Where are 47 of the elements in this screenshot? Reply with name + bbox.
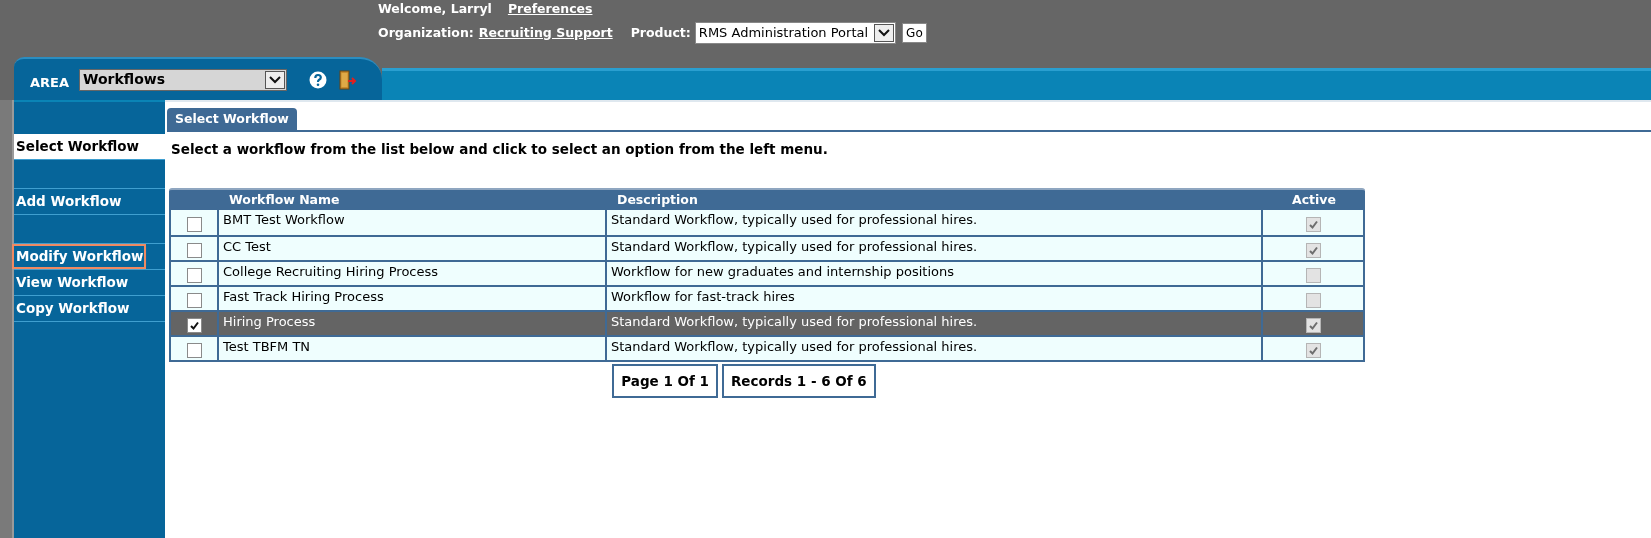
table-cell-text: Hiring Process (223, 313, 316, 332)
table-row[interactable]: College Recruiting Hiring Process Workflow for new graduates and internship positions (171, 260, 1363, 286)
product-select[interactable]: RMS Administration Portal (694, 22, 897, 44)
checkbox[interactable] (186, 343, 202, 359)
table-cell-text: BMT Test Workflow (223, 211, 345, 230)
table-row[interactable]: CC Test Standard Workflow, typically used for professional hires. (171, 235, 1363, 261)
check-icon (188, 320, 200, 332)
go-button[interactable]: Go (902, 23, 927, 43)
table-cell-text: College Recruiting Hiring Process (223, 263, 439, 282)
table-row[interactable]: BMT Test Workflow Standard Workflow, typically used for professional hires. (171, 210, 1363, 236)
table-cell-text: Standard Workflow, typically used for professional hires. (611, 338, 978, 357)
table-row[interactable]: Hiring Process Standard Workflow, typically used for professional hires. (171, 310, 1363, 336)
checkbox[interactable] (186, 268, 202, 284)
table-cell-text: CC Test (223, 238, 271, 257)
checkbox[interactable] (186, 217, 202, 233)
table-cell-text: Standard Workflow, typically used for professional hires. (611, 238, 978, 257)
organization-link[interactable]: Recruiting Support (478, 23, 613, 43)
table-cell-text: Workflow for new graduates and internship positions (611, 263, 955, 282)
pagination-label: Page 1 Of 1 (612, 364, 718, 399)
checkbox[interactable] (186, 243, 202, 259)
checkbox[interactable] (186, 318, 202, 334)
table-cell-text: Standard Workflow, typically used for professional hires. (611, 211, 978, 230)
column-header: Workflow Name (228, 190, 340, 209)
exit-door-icon[interactable] (337, 69, 357, 90)
organization-label: Organization: (378, 23, 474, 42)
area-label: AREA (30, 73, 69, 92)
preferences-link[interactable]: Preferences (507, 0, 593, 19)
table-row[interactable]: Test TBFM TN Standard Workflow, typically used for professional hires. (171, 335, 1363, 361)
sidebar-item[interactable]: Copy Workflow (14, 298, 130, 319)
table-row[interactable]: Fast Track Hiring Process Workflow for fast-track hires (171, 285, 1363, 311)
product-label: Product: (630, 23, 691, 42)
table-cell-text: Standard Workflow, typically used for professional hires. (611, 313, 978, 332)
area-select[interactable]: Workflows (79, 68, 287, 91)
table-cell-text: Fast Track Hiring Process (223, 288, 384, 307)
instruction-text: Select a workflow from the list below and click to select an option from the left menu. (171, 140, 829, 159)
welcome-text: Welcome, Larryl (378, 0, 492, 18)
table-cell-text: Test TBFM TN (223, 338, 311, 357)
column-header: Active (1292, 190, 1336, 209)
column-header: Description (616, 190, 698, 209)
sidebar-item[interactable]: View Workflow (14, 272, 129, 293)
checkbox[interactable] (186, 293, 202, 309)
table-cell-text: Workflow for fast-track hires (611, 288, 795, 307)
help-icon[interactable] (309, 70, 327, 89)
sidebar-item[interactable]: Modify Workflow (14, 246, 145, 267)
sidebar-item[interactable]: Add Workflow (14, 191, 122, 212)
tab[interactable]: Select Workflow (167, 108, 297, 130)
pagination-label: Records 1 - 6 Of 6 (721, 364, 876, 399)
